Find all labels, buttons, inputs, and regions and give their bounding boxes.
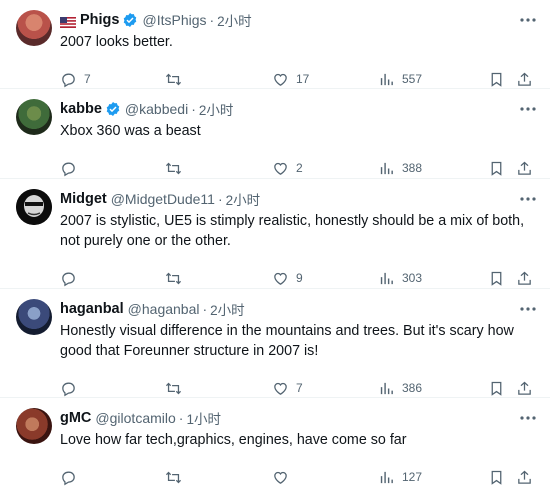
avatar[interactable] <box>16 99 52 135</box>
display-name[interactable]: kabbe <box>60 101 102 117</box>
share-icon <box>518 470 531 484</box>
display-name[interactable]: Midget <box>60 191 107 207</box>
separator-dot: · <box>191 101 196 117</box>
reply-count: 7 <box>84 72 91 86</box>
share-icon <box>518 72 531 86</box>
reply-icon <box>62 73 75 87</box>
reply-icon <box>62 471 75 485</box>
tweet[interactable]: gMC @gilotcamilo · 1小时 Love how far tech… <box>0 398 550 493</box>
heart-icon <box>274 471 287 484</box>
repost-icon <box>165 162 182 174</box>
repost-button[interactable] <box>165 460 182 493</box>
views-icon <box>380 471 393 483</box>
tweet[interactable]: haganbal @haganbal · 2小时 Honestly visual… <box>0 289 550 398</box>
handle[interactable]: @MidgetDude11 <box>111 191 215 207</box>
verified-badge-icon <box>122 12 138 28</box>
avatar-face-image <box>16 189 52 225</box>
views-count: 386 <box>402 381 423 395</box>
reply-icon <box>62 162 75 176</box>
heart-icon <box>274 73 287 86</box>
repost-icon <box>165 73 182 85</box>
bookmark-icon <box>491 381 502 396</box>
avatar[interactable] <box>16 10 52 46</box>
views-count: 388 <box>402 161 423 175</box>
tweet-text: Love how far tech,graphics, engines, hav… <box>60 432 407 448</box>
like-button[interactable] <box>272 460 296 493</box>
heart-icon <box>274 162 287 175</box>
like-count: 17 <box>296 72 310 86</box>
tweet-text: 2007 is stylistic, UE5 is stimply realis… <box>60 213 525 249</box>
views-count: 303 <box>402 271 423 285</box>
separator-dot: · <box>217 191 223 207</box>
share-icon <box>518 381 531 395</box>
bookmark-icon <box>491 72 502 87</box>
tweet[interactable]: Midget @MidgetDude11 · 2小时 2007 is styli… <box>0 179 550 289</box>
repost-icon <box>165 272 182 284</box>
reply-icon <box>62 382 75 396</box>
us-flag-icon <box>60 15 76 28</box>
like-count: 2 <box>296 161 303 175</box>
tweet[interactable]: Phigs @ItsPhigs · 2小时 2007 looks better.… <box>0 0 550 89</box>
bookmark-icon <box>491 271 502 286</box>
timestamp[interactable]: 2小时 <box>210 299 245 319</box>
display-name[interactable]: haganbal <box>60 301 124 317</box>
more-icon[interactable] <box>518 10 538 30</box>
verified-badge-icon <box>105 101 121 117</box>
handle[interactable]: @kabbedi <box>125 101 188 117</box>
display-name[interactable]: gMC <box>60 410 91 426</box>
reply-button[interactable] <box>60 460 84 493</box>
action-bar: 127 <box>60 460 538 493</box>
timestamp[interactable]: 2小时 <box>226 189 261 209</box>
repost-icon <box>165 382 182 394</box>
tweet-text: Xbox 360 was a beast <box>60 123 201 139</box>
more-icon[interactable] <box>518 299 538 319</box>
timestamp[interactable]: 2小时 <box>217 10 252 30</box>
tweet-text: Honestly visual difference in the mounta… <box>60 323 514 359</box>
handle[interactable]: @ItsPhigs <box>142 12 206 28</box>
handle[interactable]: @gilotcamilo <box>95 410 175 426</box>
share-icon <box>518 271 531 285</box>
bookmark-icon <box>491 470 502 485</box>
more-icon[interactable] <box>518 99 538 119</box>
repost-icon <box>165 471 182 483</box>
views-icon <box>380 162 393 174</box>
views-count: 127 <box>402 470 423 484</box>
views-button[interactable]: 127 <box>378 460 422 493</box>
bookmark-button[interactable] <box>488 460 505 493</box>
tweet-text: 2007 looks better. <box>60 34 173 50</box>
display-name[interactable]: Phigs <box>80 12 119 28</box>
like-count: 9 <box>296 271 303 285</box>
views-icon <box>380 272 393 284</box>
share-icon <box>518 161 531 175</box>
more-icon[interactable] <box>518 408 538 428</box>
avatar[interactable] <box>16 408 52 444</box>
separator-dot: · <box>202 301 208 317</box>
views-count: 557 <box>402 72 423 86</box>
timestamp[interactable]: 1小时 <box>186 408 221 428</box>
timestamp[interactable]: 2小时 <box>199 99 234 119</box>
reply-icon <box>62 272 75 286</box>
separator-dot: · <box>178 410 184 426</box>
tweet[interactable]: kabbe @kabbedi · 2小时 Xbox 360 was a beas… <box>0 89 550 179</box>
handle[interactable]: @haganbal <box>128 301 200 317</box>
views-icon <box>380 73 393 85</box>
views-icon <box>380 382 393 394</box>
tweet-feed: Phigs @ItsPhigs · 2小时 2007 looks better.… <box>0 0 550 493</box>
avatar[interactable] <box>16 189 52 225</box>
share-button[interactable] <box>516 460 533 493</box>
heart-icon <box>274 272 287 285</box>
separator-dot: · <box>209 12 215 28</box>
heart-icon <box>274 382 287 395</box>
avatar[interactable] <box>16 299 52 335</box>
bookmark-icon <box>491 161 502 176</box>
like-count: 7 <box>296 381 303 395</box>
more-icon[interactable] <box>518 189 538 209</box>
